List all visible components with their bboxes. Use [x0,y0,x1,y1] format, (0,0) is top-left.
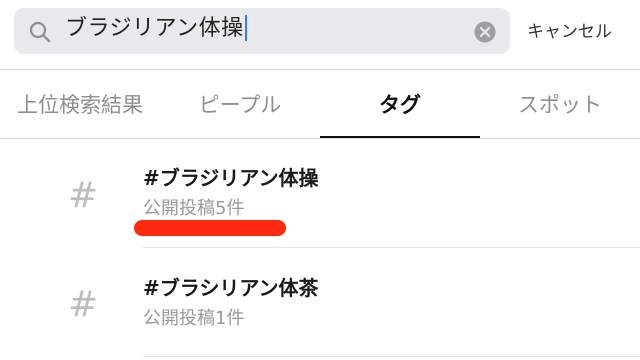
tag-title: #ブラジリアン体操 [143,166,319,190]
search-input[interactable]: ブラジリアン体操 [65,14,247,44]
text-caret [244,15,247,41]
tag-title: #ブラシリアン体茶 [143,276,319,300]
search-icon [29,21,51,43]
tab-top-results[interactable]: 上位検索結果 [0,88,160,122]
clear-icon[interactable] [474,21,496,43]
search-query-text: ブラジリアン体操 [65,16,244,41]
tab-spots[interactable]: スポット [480,88,640,122]
hashtag-icon: # [68,284,99,325]
cancel-button[interactable]: キャンセル [527,18,612,46]
hashtag-icon: # [68,175,99,216]
tag-post-count: 公開投稿1件 [143,308,245,329]
tab-tags[interactable]: タグ [320,88,480,122]
header-divider [0,69,640,70]
red-underline-marker [134,220,286,236]
tag-post-count: 公開投稿5件 [143,198,245,219]
row-divider [143,356,640,357]
tab-people[interactable]: ピープル [160,88,320,122]
tab-bar: 上位検索結果 ピープル タグ スポット [0,72,640,138]
screen: ブラジリアン体操 キャンセル 上位検索結果 ピープル タグ スポット # #ブラ… [0,0,640,360]
